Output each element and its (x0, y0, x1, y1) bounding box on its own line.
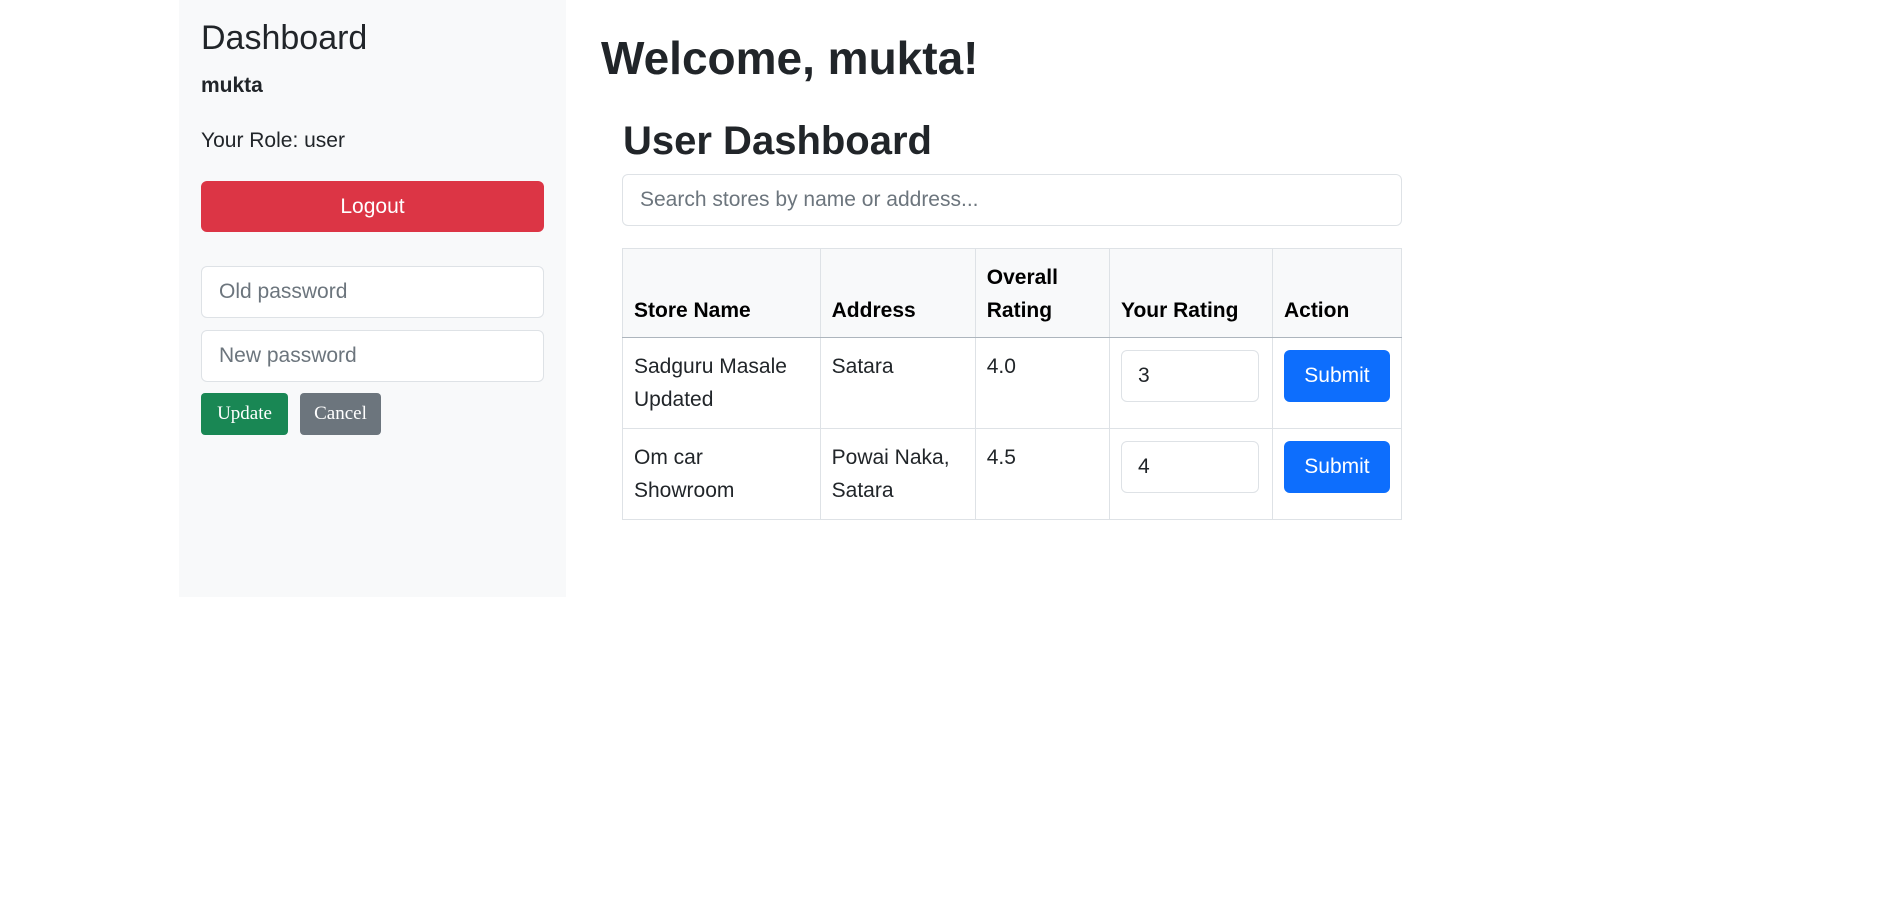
header-action: Action (1271, 248, 1403, 338)
header-store-name: Store Name (622, 248, 821, 338)
submit-button[interactable]: Submit (1283, 441, 1390, 493)
submit-button[interactable]: Submit (1283, 350, 1390, 402)
update-button[interactable]: Update (201, 393, 288, 435)
stores-table: Store Name Address Overall Rating Your R… (622, 248, 1403, 520)
your-rating-cell (1109, 428, 1273, 520)
header-your-rating: Your Rating (1109, 248, 1273, 338)
table-row: Sadguru Masale Updated Satara 4.0 Submit (622, 337, 1403, 429)
action-cell: Submit (1271, 428, 1403, 520)
table-row: Om car Showroom Powai Naka, Satara 4.5 S… (622, 428, 1403, 520)
your-rating-input[interactable] (1121, 441, 1260, 493)
overall-rating-cell: 4.5 (974, 428, 1111, 520)
header-overall-rating: Overall Rating (974, 248, 1111, 338)
address-cell: Powai Naka, Satara (819, 428, 976, 520)
old-password-input[interactable] (201, 266, 544, 318)
your-rating-cell (1109, 337, 1273, 429)
cancel-button[interactable]: Cancel (300, 393, 381, 435)
store-name-cell: Om car Showroom (622, 428, 821, 520)
address-cell: Satara (819, 337, 976, 429)
sidebar: Dashboard mukta Your Role: user Logout U… (179, 0, 566, 597)
dashboard-title: User Dashboard (623, 119, 932, 163)
sidebar-title: Dashboard (201, 19, 368, 57)
store-name-cell: Sadguru Masale Updated (622, 337, 821, 429)
welcome-title: Welcome, mukta! (601, 32, 979, 84)
table-header-row: Store Name Address Overall Rating Your R… (622, 248, 1403, 338)
sidebar-role: Your Role: user (201, 129, 345, 152)
logout-button[interactable]: Logout (201, 181, 544, 232)
action-cell: Submit (1271, 337, 1403, 429)
overall-rating-cell: 4.0 (974, 337, 1111, 429)
new-password-input[interactable] (201, 330, 544, 382)
search-input[interactable] (622, 174, 1402, 226)
sidebar-username: mukta (201, 74, 263, 97)
header-address: Address (819, 248, 976, 338)
your-rating-input[interactable] (1121, 350, 1260, 402)
